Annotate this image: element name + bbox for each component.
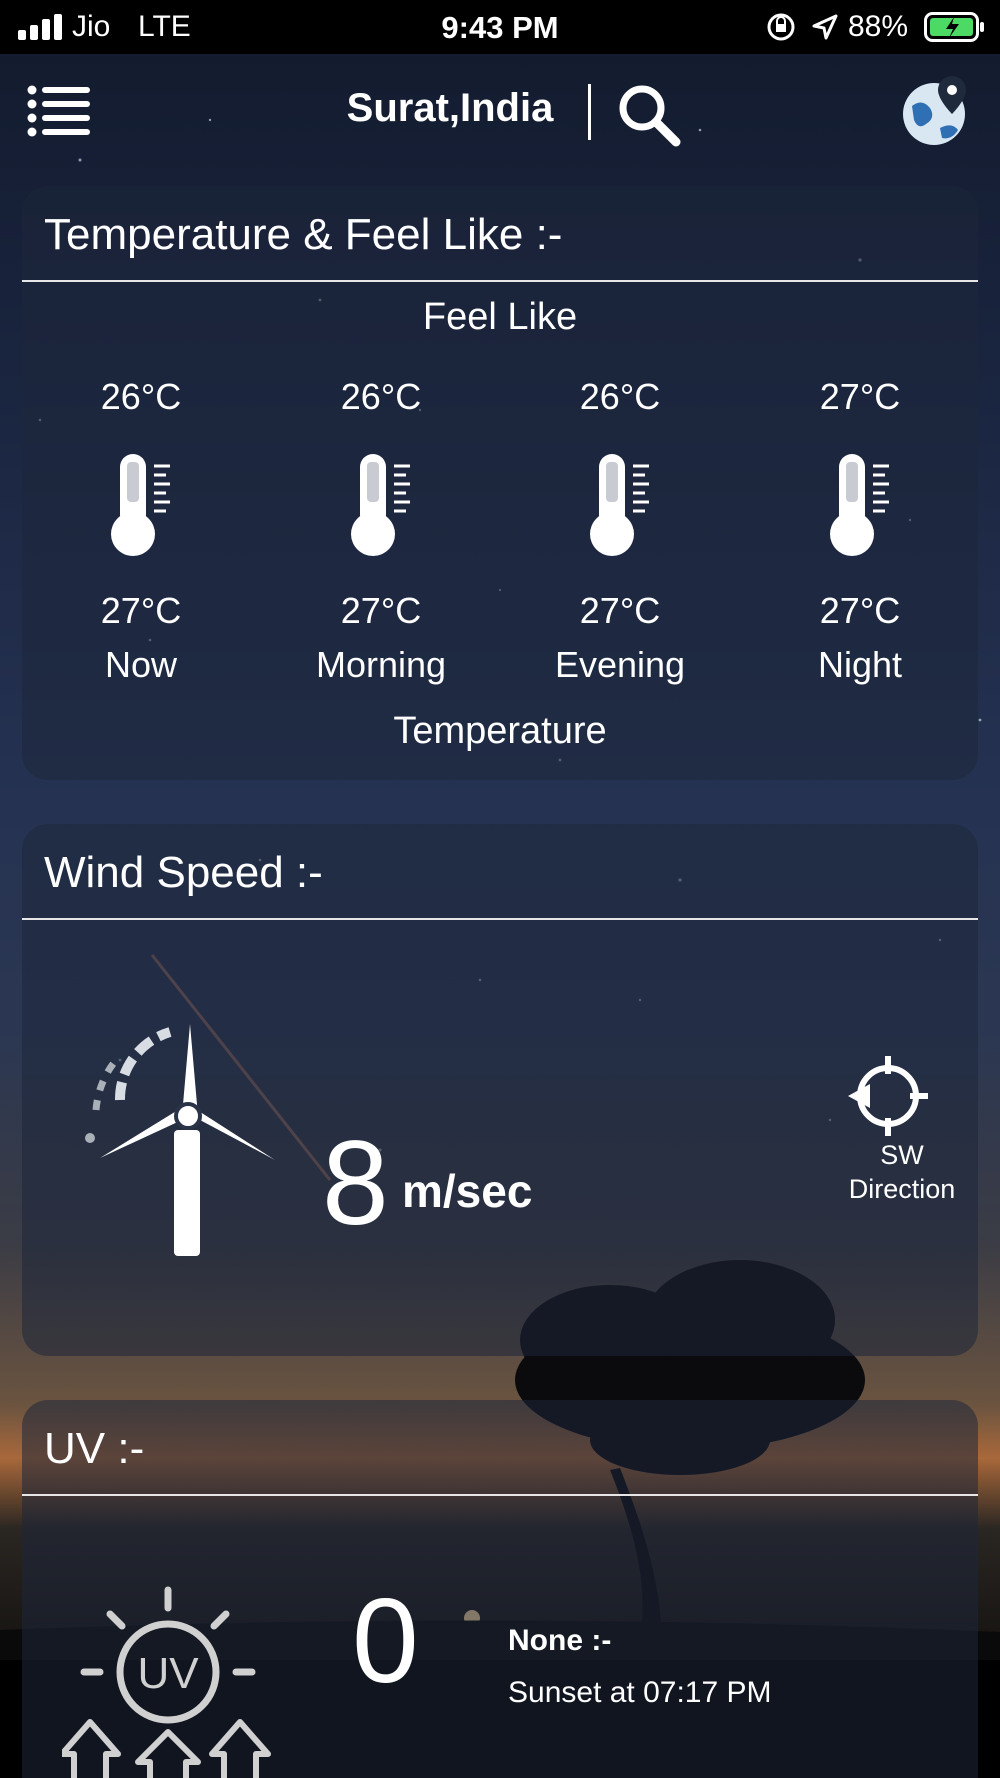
period-label-now: Now [104,644,178,685]
menu-icon[interactable] [26,84,92,138]
search-icon[interactable] [616,82,682,148]
uv-index-value: 0 [352,1574,419,1708]
svg-text:UV: UV [137,1649,199,1698]
uv-sun-icon: UV [62,1586,271,1778]
thermometer-icon [111,454,170,556]
status-bar: Jio LTE 9:43 PM 88% [0,0,1000,54]
wind-card: Wind Speed :- 8 m/sec SW Direction [22,824,978,1356]
temperature-card-title: Temperature & Feel Like :- [44,210,563,259]
wind-card-title: Wind Speed :- [44,848,323,897]
uv-card-title: UV :- [44,1424,145,1473]
uv-level-label: None :- [508,1624,612,1657]
temperature-label: Temperature [393,710,607,752]
feel-like-value-night: 27°C [819,376,901,417]
temperature-value-now: 27°C [100,590,182,631]
temperature-card: Temperature & Feel Like :- Feel Like 26°… [22,186,978,780]
sunset-time: Sunset at 07:17 PM [508,1676,772,1709]
feel-like-value-evening: 26°C [579,376,661,417]
wind-card-header: Wind Speed :- [22,824,978,920]
wind-speed-value: 8 [322,1116,389,1250]
location-arrow-icon [812,14,838,40]
period-label-evening: Evening [554,644,686,685]
temperature-card-header: Temperature & Feel Like :- [22,186,978,282]
wind-speed-unit: m/sec [402,1165,533,1217]
battery-percent: 88% [848,10,909,43]
globe-pin-icon[interactable] [900,74,972,148]
feel-like-value-morning: 26°C [340,376,422,417]
wind-turbine-icon [85,1024,275,1256]
battery-charging-icon [924,12,984,42]
header-divider [588,84,591,140]
thermometer-icon [830,454,889,556]
temperature-value-night: 27°C [819,590,901,631]
temperature-value-morning: 27°C [340,590,422,631]
period-label-morning: Morning [315,644,447,685]
rotation-lock-icon [767,13,795,41]
uv-card-header: UV :- [22,1400,978,1496]
period-label-night: Night [817,644,903,685]
wind-direction-value: SW [880,1140,924,1170]
thermometer-icon [351,454,410,556]
location-title[interactable]: Surat,India [300,86,600,131]
temperature-value-evening: 27°C [579,590,661,631]
wind-direction-label: Direction [848,1174,956,1204]
direction-target-icon [848,1056,928,1136]
feel-like-value-now: 26°C [100,376,182,417]
feel-like-label: Feel Like [422,296,578,338]
thermometer-icon [590,454,649,556]
